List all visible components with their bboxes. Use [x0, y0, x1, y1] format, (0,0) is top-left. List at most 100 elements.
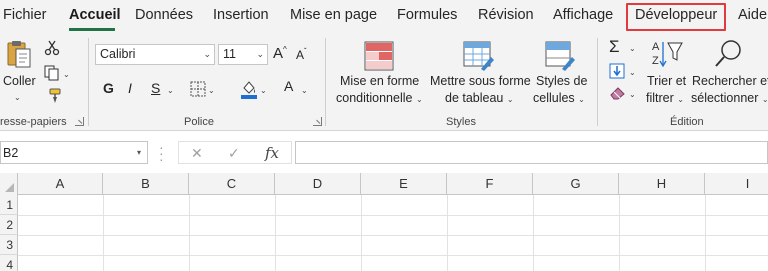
ribbon: Coller ⌄ ⌄ resse-papiers Calibri ⌄ 11 ⌄ … [0, 33, 768, 131]
formula-bar: B2 ▾ · · · ✕ ✓ fx [0, 140, 768, 166]
tab-revision[interactable]: Révision [478, 7, 534, 23]
paste-icon[interactable] [6, 39, 32, 69]
copy-icon[interactable] [44, 65, 60, 81]
format-as-table-label-text: de tableau [445, 91, 504, 105]
chevron-down-icon: ⌄ [578, 95, 585, 104]
chevron-down-icon: ⌄ [415, 95, 423, 104]
tab-mise-en-page[interactable]: Mise en page [290, 7, 377, 23]
gridline [18, 235, 768, 236]
font-name-combo[interactable]: Calibri ⌄ [95, 44, 215, 65]
row-header[interactable]: 2 [0, 215, 18, 235]
clipboard-group-label: resse-papiers [0, 116, 67, 128]
column-header[interactable]: A [18, 173, 103, 195]
autosum-dropdown-caret[interactable]: ⌄ [629, 41, 636, 57]
italic-button[interactable]: I [128, 80, 132, 96]
find-select-label-1[interactable]: Rechercher et [692, 73, 768, 89]
column-header[interactable]: E [361, 173, 447, 195]
chevron-down-icon: ⌄ [677, 95, 684, 104]
fill-color-icon[interactable] [240, 79, 258, 99]
gridline [361, 195, 362, 271]
conditional-formatting-label-1[interactable]: Mise en forme [340, 73, 419, 89]
enter-icon[interactable]: ✓ [228, 145, 240, 162]
column-header[interactable]: G [533, 173, 619, 195]
chevron-down-icon: ▾ [136, 148, 141, 157]
copy-dropdown-caret[interactable]: ⌄ [63, 67, 70, 83]
clear-dropdown-caret[interactable]: ⌄ [629, 87, 636, 103]
conditional-formatting-label-text: conditionnelle [336, 91, 413, 105]
cell-styles-icon[interactable] [545, 41, 575, 71]
conditional-formatting-icon[interactable] [364, 41, 394, 71]
column-header[interactable]: I [705, 173, 768, 195]
tab-donnees[interactable]: Données [135, 7, 193, 23]
find-select-icon[interactable] [714, 38, 744, 68]
chevron-down-icon: ⌄ [203, 49, 211, 59]
fill-dropdown-caret[interactable]: ⌄ [629, 65, 636, 81]
font-color-dropdown-caret[interactable]: ⌄ [301, 83, 308, 99]
font-dialog-launcher-icon[interactable] [313, 117, 322, 126]
font-size-value: 11 [223, 47, 236, 61]
gridline [705, 195, 706, 271]
group-separator [325, 38, 326, 126]
insert-function-icon[interactable]: fx [265, 144, 279, 162]
svg-text:A: A [652, 41, 660, 53]
select-all-triangle-icon [5, 183, 14, 192]
borders-icon[interactable] [190, 81, 206, 97]
name-box-value: B2 [3, 146, 19, 160]
sort-filter-label-1[interactable]: Trier et [647, 73, 686, 89]
column-header[interactable]: D [275, 173, 361, 195]
format-as-table-icon[interactable] [463, 41, 495, 71]
cancel-icon[interactable]: ✕ [191, 145, 203, 162]
sort-filter-icon[interactable]: A Z [651, 39, 683, 69]
tab-insertion[interactable]: Insertion [213, 7, 269, 23]
clear-eraser-icon[interactable] [609, 86, 626, 100]
formula-input[interactable] [295, 141, 768, 164]
decrease-font-size-icon: A [296, 48, 305, 62]
tab-accueil[interactable]: Accueil [69, 7, 121, 23]
format-painter-icon[interactable] [44, 88, 62, 104]
tab-formules[interactable]: Formules [397, 7, 457, 23]
sort-filter-label-2[interactable]: filtrer ⌄ [646, 90, 684, 108]
bold-button[interactable]: G [103, 80, 114, 96]
autosum-icon[interactable]: Σ [609, 37, 620, 57]
column-header[interactable]: B [103, 173, 189, 195]
name-box[interactable]: B2 ▾ [0, 141, 148, 164]
tab-aide[interactable]: Aide [738, 7, 767, 23]
underline-button[interactable]: S [151, 80, 160, 96]
borders-dropdown-caret[interactable]: ⌄ [208, 83, 215, 99]
row-header[interactable]: 3 [0, 235, 18, 255]
cut-icon[interactable] [44, 40, 60, 56]
underline-dropdown-caret[interactable]: ⌄ [167, 83, 174, 99]
column-header[interactable]: C [189, 173, 275, 195]
formula-bar-buttons: ✕ ✓ fx [178, 141, 292, 164]
increase-font-size-button[interactable]: A^ [273, 45, 287, 62]
conditional-formatting-label-2[interactable]: conditionnelle ⌄ [336, 90, 423, 108]
row-header[interactable]: 1 [0, 195, 18, 215]
select-all-button[interactable] [0, 173, 18, 195]
column-header[interactable]: F [447, 173, 533, 195]
chevron-down-icon: ⌄ [506, 95, 514, 104]
format-as-table-label-1[interactable]: Mettre sous forme [430, 73, 531, 89]
cell-styles-label-1[interactable]: Styles de [536, 73, 587, 89]
cell-styles-label-2[interactable]: cellules ⌄ [533, 90, 585, 108]
format-as-table-label-2[interactable]: de tableau ⌄ [445, 90, 514, 108]
column-header[interactable]: H [619, 173, 705, 195]
paste-button-label[interactable]: Coller [3, 73, 36, 89]
decrease-font-size-button[interactable]: Aˇ [296, 47, 307, 62]
formula-bar-resize-handle[interactable]: · · · [159, 140, 164, 166]
tab-fichier[interactable]: Fichier [3, 7, 47, 23]
worksheet-grid[interactable]: A B C D E F G H I 1 2 3 4 [0, 173, 768, 271]
fill-down-icon[interactable] [609, 63, 625, 79]
row-header[interactable]: 4 [0, 255, 18, 271]
fill-color-dropdown-caret[interactable]: ⌄ [260, 83, 267, 99]
tab-affichage[interactable]: Affichage [553, 7, 613, 23]
gridline [533, 195, 534, 271]
font-color-button[interactable]: A [284, 78, 293, 94]
font-size-combo[interactable]: 11 ⌄ [218, 44, 268, 65]
gridline [447, 195, 448, 271]
clipboard-dialog-launcher-icon[interactable] [75, 117, 84, 126]
ribbon-tabs: Fichier Accueil Données Insertion Mise e… [0, 0, 768, 33]
active-tab-indicator [69, 28, 115, 31]
gridline [18, 215, 768, 216]
paste-dropdown-caret[interactable]: ⌄ [14, 90, 21, 106]
find-select-label-2[interactable]: sélectionner ⌄ [691, 90, 768, 108]
